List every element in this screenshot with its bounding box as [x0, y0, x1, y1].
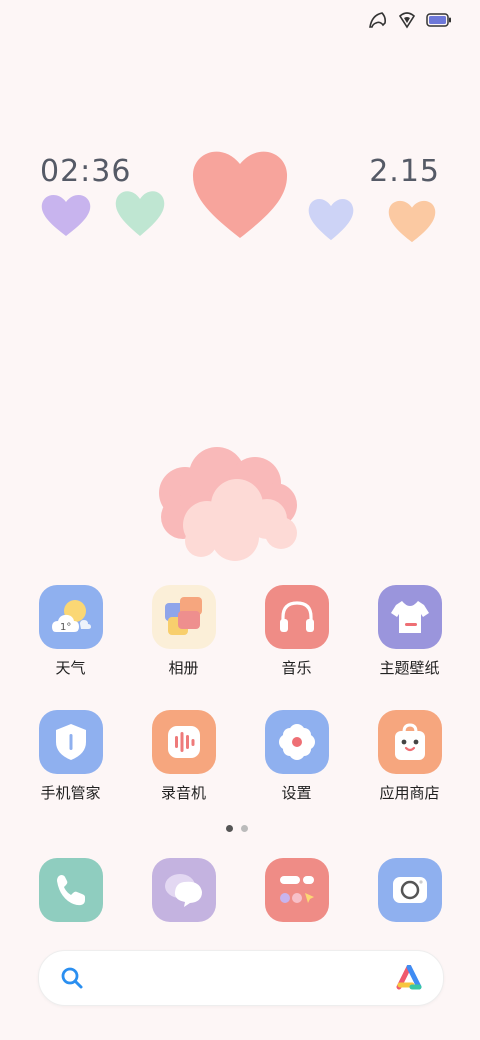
app-recorder[interactable]: 录音机: [127, 710, 240, 803]
recorder-icon: [151, 710, 216, 774]
dock-camera[interactable]: [378, 858, 442, 922]
app-label: 音乐: [281, 659, 312, 677]
tools-icon: [280, 876, 314, 903]
messages-icon: [165, 874, 202, 907]
app-label: 主题壁纸: [379, 659, 440, 677]
shield-icon: [38, 710, 103, 774]
app-gallery[interactable]: 相册: [127, 585, 240, 678]
app-label: 天气: [55, 659, 86, 677]
app-label: 录音机: [160, 784, 206, 802]
gear-icon: [264, 710, 329, 774]
headphones-icon: [264, 585, 329, 649]
weather-temp: 1°: [60, 622, 71, 633]
camera-icon: [393, 877, 427, 903]
search-icon[interactable]: [59, 965, 85, 991]
phone-icon: [57, 875, 85, 906]
search-bar[interactable]: [38, 950, 444, 1006]
dock-tools[interactable]: [265, 858, 329, 922]
dock-phone[interactable]: [39, 858, 103, 922]
clock-date: 2.15: [369, 154, 440, 189]
app-store[interactable]: 应用商店: [353, 710, 466, 803]
assistant-icon[interactable]: [395, 965, 423, 991]
weather-icon: 1°: [38, 585, 103, 649]
clock-widget[interactable]: 02:36 2.15: [0, 140, 480, 260]
heart-green-icon: [115, 191, 165, 236]
wifi-icon: [398, 11, 416, 29]
cloud-decoration-icon: [159, 447, 297, 561]
signal-icon: [368, 11, 388, 29]
heart-big-icon: [192, 151, 288, 238]
heart-orange-icon: [388, 200, 436, 243]
app-weather[interactable]: 1° 天气: [14, 585, 127, 678]
page-dot-2[interactable]: [241, 825, 248, 832]
heart-blue-icon: [308, 199, 354, 241]
heart-purple-icon: [41, 195, 91, 236]
app-label: 应用商店: [379, 784, 440, 802]
app-themes[interactable]: 主题壁纸: [353, 585, 466, 678]
page-dot-1[interactable]: [226, 825, 233, 832]
app-phone-manager[interactable]: 手机管家: [14, 710, 127, 803]
store-bag-icon: [377, 710, 442, 774]
app-label: 设置: [281, 784, 312, 802]
page-indicator[interactable]: [226, 825, 248, 832]
dock-messages[interactable]: [152, 858, 216, 922]
theme-shirt-icon: [377, 585, 442, 649]
status-bar: [368, 8, 452, 32]
app-settings[interactable]: 设置: [240, 710, 353, 803]
battery-icon: [426, 12, 452, 28]
app-music[interactable]: 音乐: [240, 585, 353, 678]
app-label: 手机管家: [40, 784, 101, 802]
clock-time: 02:36: [40, 154, 132, 189]
app-label: 相册: [168, 659, 199, 677]
gallery-icon: [151, 585, 216, 649]
